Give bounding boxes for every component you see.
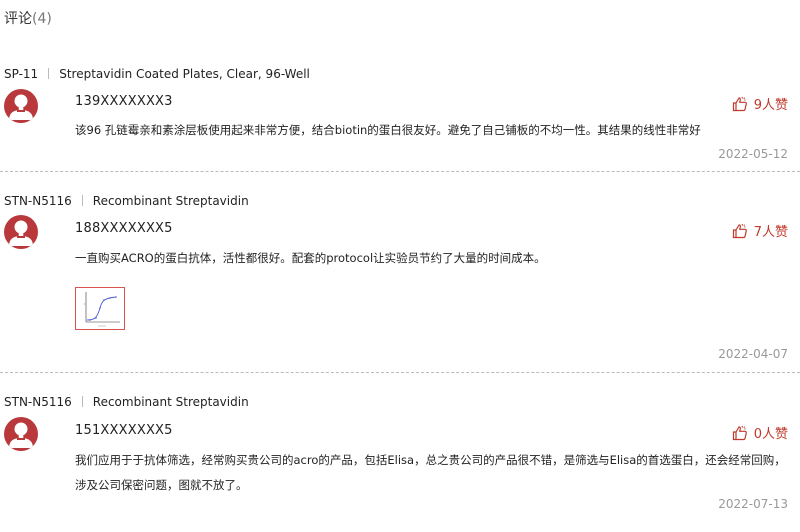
user-avatar-icon: [9, 422, 33, 448]
page-title-label: 评论: [4, 11, 32, 27]
page-title: 评论(4): [4, 8, 52, 28]
review-date: 2022-04-07: [718, 347, 788, 361]
thumbs-up-icon: [732, 96, 747, 111]
review-date: 2022-05-12: [718, 147, 788, 161]
binding-curve-chart-image: [84, 292, 120, 327]
separator: [81, 396, 83, 407]
divider: [0, 171, 800, 172]
review-product-header: STN-N5116 Recombinant Streptavidin: [4, 395, 249, 409]
review-text: 我们应用于于抗体筛选，经常购买贵公司的acro的产品，包括Elisa，总之贵公司…: [75, 453, 786, 492]
review-product-header: SP-11 Streptavidin Coated Plates, Clear, …: [4, 67, 310, 81]
product-code[interactable]: SP-11: [4, 67, 38, 81]
like-button[interactable]: 7人赞: [732, 221, 788, 240]
like-button[interactable]: 9人赞: [732, 94, 788, 113]
product-code[interactable]: STN-N5116: [4, 395, 72, 409]
separator: [48, 68, 50, 79]
review-count: (4): [32, 11, 52, 27]
review-username: 151XXXXXXX5: [75, 423, 173, 438]
review-product-header: STN-N5116 Recombinant Streptavidin: [4, 194, 249, 208]
review-image-thumbnail[interactable]: [75, 287, 125, 330]
avatar: [4, 417, 38, 451]
like-count: 9人赞: [753, 98, 788, 113]
like-count: 7人赞: [753, 225, 788, 240]
user-avatar-icon: [9, 220, 33, 246]
thumbs-up-icon: [732, 223, 747, 238]
product-name[interactable]: Recombinant Streptavidin: [93, 395, 249, 409]
review-text: 该96 孔链霉亲和素涂层板使用起来非常方便，结合biotin的蛋白很友好。避免了…: [75, 123, 701, 137]
product-name[interactable]: Streptavidin Coated Plates, Clear, 96-We…: [59, 67, 310, 81]
thumbs-up-icon: [732, 425, 747, 440]
product-code[interactable]: STN-N5116: [4, 194, 72, 208]
product-name[interactable]: Recombinant Streptavidin: [93, 194, 249, 208]
like-button[interactable]: 0人赞: [732, 423, 788, 442]
avatar: [4, 215, 38, 249]
review-username: 139XXXXXXX3: [75, 94, 173, 109]
like-count: 0人赞: [753, 427, 788, 442]
divider: [0, 372, 800, 373]
separator: [81, 195, 83, 206]
review-username: 188XXXXXXX5: [75, 221, 173, 236]
user-avatar-icon: [9, 94, 33, 120]
review-date: 2022-07-13: [718, 497, 788, 511]
avatar: [4, 89, 38, 123]
review-text: 一直购买ACRO的蛋白抗体，活性都很好。配套的protocol让实验员节约了大量…: [75, 251, 546, 265]
